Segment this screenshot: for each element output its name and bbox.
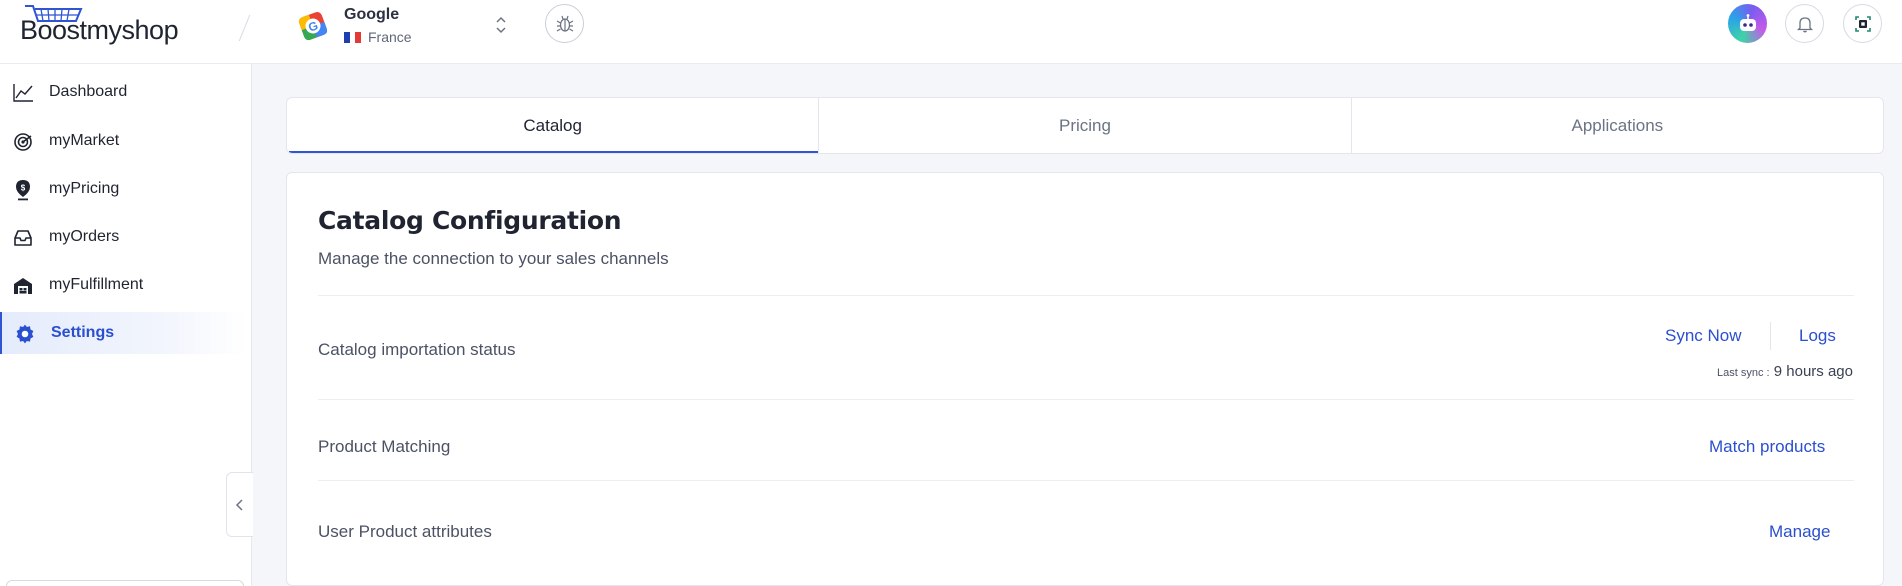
- user-product-attributes-label: User Product attributes: [318, 522, 492, 541]
- sidebar-item-myfulfillment[interactable]: myFulfillment: [0, 264, 246, 306]
- sidebar-item-label: myMarket: [49, 132, 120, 149]
- inbox-icon: [12, 227, 34, 249]
- catalog-importation-status-label: Catalog importation status: [318, 340, 516, 359]
- sync-now-button[interactable]: Sync Now: [1665, 326, 1742, 346]
- price-pin-icon: $: [12, 179, 34, 201]
- chart-line-icon: [12, 82, 34, 104]
- bug-icon: [556, 15, 573, 32]
- last-sync-value: 9 hours ago: [1773, 363, 1853, 380]
- top-bar: Boostmyshop G Google France: [0, 0, 1902, 64]
- manage-attributes-button[interactable]: Manage: [1769, 522, 1830, 542]
- sidebar-item-label: myOrders: [49, 228, 120, 245]
- notifications-button[interactable]: [1785, 4, 1824, 43]
- divider: [318, 295, 1854, 296]
- sidebar-footer-box[interactable]: [6, 580, 244, 586]
- sidebar-item-label: Settings: [51, 324, 115, 341]
- product-matching-label: Product Matching: [318, 437, 451, 456]
- store-switcher[interactable]: G Google France: [296, 2, 514, 48]
- logs-button[interactable]: Logs: [1799, 326, 1836, 346]
- sidebar-item-myorders[interactable]: myOrders: [0, 216, 246, 258]
- tab-pricing[interactable]: Pricing: [819, 98, 1352, 153]
- tab-applications[interactable]: Applications: [1352, 98, 1883, 153]
- sidebar-item-label: myPricing: [49, 180, 120, 197]
- sidebar-item-label: myFulfillment: [49, 276, 144, 293]
- last-sync-prefix: Last sync :: [1717, 367, 1770, 379]
- divider: [318, 399, 1854, 400]
- sidebar-item-settings[interactable]: Settings: [0, 312, 246, 354]
- chevron-updown-icon[interactable]: [494, 15, 508, 35]
- gear-icon: [14, 323, 36, 345]
- match-products-button[interactable]: Match products: [1709, 437, 1825, 457]
- france-flag-icon: [344, 31, 362, 43]
- sidebar-item-mymarket[interactable]: myMarket: [0, 120, 246, 162]
- page-subtitle: Manage the connection to your sales chan…: [318, 249, 669, 268]
- page-title: Catalog Configuration: [318, 206, 622, 235]
- bug-report-button[interactable]: [545, 4, 584, 43]
- sidebar-item-mypricing[interactable]: $ myPricing: [0, 168, 246, 210]
- warehouse-icon: [12, 275, 34, 297]
- bell-icon: [1796, 16, 1813, 32]
- app-frame-icon: [1854, 15, 1871, 32]
- chevron-left-icon: [235, 498, 243, 511]
- logo-text: Boostmyshop: [20, 15, 179, 45]
- store-country-label: France: [368, 29, 412, 45]
- chatbot-avatar-icon: [1739, 13, 1756, 31]
- action-separator: [1770, 322, 1771, 350]
- app-switcher-button[interactable]: [1843, 4, 1882, 43]
- sidebar-item-label: Dashboard: [49, 83, 128, 100]
- google-icon: G: [298, 12, 328, 41]
- last-sync-info: Last sync : 9 hours ago: [1717, 363, 1853, 380]
- catalog-configuration-card: Catalog Configuration Manage the connect…: [286, 172, 1884, 586]
- divider: [318, 480, 1854, 481]
- sidebar-collapse-button[interactable]: [226, 472, 253, 537]
- boostmyshop-logo[interactable]: Boostmyshop: [18, 4, 203, 48]
- tab-catalog[interactable]: Catalog: [287, 98, 820, 153]
- store-name: Google: [344, 6, 400, 23]
- chatbot-avatar[interactable]: [1728, 4, 1767, 43]
- sidebar: Dashboard myMarket $ myPricing myOrders …: [0, 64, 253, 586]
- sidebar-item-dashboard[interactable]: Dashboard: [0, 71, 246, 113]
- svg-text:$: $: [21, 184, 26, 193]
- header-divider: [238, 14, 251, 42]
- store-country: France: [344, 29, 412, 45]
- settings-tabs: Catalog Pricing Applications: [286, 97, 1884, 154]
- radar-icon: [12, 131, 34, 153]
